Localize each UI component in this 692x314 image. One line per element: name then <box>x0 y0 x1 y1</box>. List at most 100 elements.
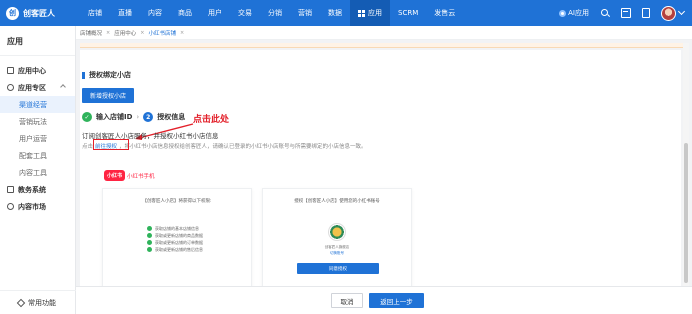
sidebar-title: 应用 <box>0 26 75 56</box>
scrollbar[interactable] <box>683 43 689 311</box>
zone-icon <box>7 84 14 91</box>
brand-logo-icon: 创 <box>6 6 19 20</box>
previous-step-button[interactable]: 返回上一步 <box>369 293 424 308</box>
permission-text: 获取店铺的基本店铺信息 <box>155 225 199 231</box>
shop-logo-icon <box>328 223 346 241</box>
sidebar-item-app-zone[interactable]: 应用专区 <box>0 79 75 96</box>
chevron-up-icon <box>60 84 66 90</box>
ai-icon <box>559 9 567 17</box>
list-item: 获取或更新店铺的商品数据 <box>147 232 203 239</box>
add-auth-shop-button[interactable]: 新增授权小店 <box>82 88 134 103</box>
step-2-label: 授权信息 <box>157 113 186 121</box>
main-area: 店铺概况 × 应用中心 × 小红书店铺 × 授权绑定小店 新增授权小店 ✓ 输入… <box>76 26 692 314</box>
account-auth-title: 授权【创客匠人小店】使用您的小红书账号 <box>294 199 380 204</box>
close-icon[interactable]: × <box>106 30 110 36</box>
close-icon[interactable]: × <box>140 30 144 36</box>
annotation-text: 点击此处 <box>193 115 230 125</box>
switch-account-link: 切换账号 <box>330 251 344 255</box>
permission-list: 获取店铺的基本店铺信息 获取或更新店铺的商品数据 获取或更新店铺的订单数据 获取… <box>147 225 203 253</box>
permission-text: 获取或更新店铺的订单数据 <box>155 239 203 245</box>
close-icon[interactable]: × <box>180 30 184 36</box>
diamond-icon <box>16 298 26 307</box>
permission-text: 获取或更新店铺的售后信息 <box>155 246 203 252</box>
step-2-number: 2 <box>143 112 154 122</box>
market-icon <box>7 203 14 210</box>
breadcrumb-item[interactable]: 应用中心 <box>114 29 136 37</box>
xhs-tag: 小红书 小红书手机 <box>104 170 155 181</box>
brand-name: 创客匠人 <box>23 8 55 18</box>
nav-launch-cloud[interactable]: 发售云 <box>426 0 463 26</box>
grid-icon <box>7 67 14 74</box>
nav-content[interactable]: 内容 <box>140 0 170 26</box>
brand[interactable]: 创 创客匠人 <box>0 6 78 20</box>
footer-bar: 取消 返回上一步 <box>76 286 692 314</box>
grid-icon <box>358 9 365 17</box>
permission-title: 【创客匠人小店】将获得以下权限: <box>142 199 212 204</box>
sidebar-item-label: 内容市场 <box>18 202 46 211</box>
shop-name: 创客匠人旗舰店 <box>324 245 350 249</box>
section-title-text: 授权绑定小店 <box>89 71 131 79</box>
book-icon <box>7 186 14 193</box>
top-nav: 店铺 直播 内容 商品 用户 交易 分销 营销 数据 应用 SCRM 发售云 <box>80 0 463 26</box>
sidebar-item-user-ops[interactable]: 用户运营 <box>0 130 75 147</box>
sidebar-item-label: 教务系统 <box>18 185 46 194</box>
document-icon[interactable] <box>642 8 650 18</box>
instruction-suffix: ，将小红书小店信息授权给创客匠人，请确认已登录的小红书小店账号与所需要绑定的小店… <box>119 144 367 150</box>
nav-data[interactable]: 数据 <box>320 0 350 26</box>
list-item: 获取或更新店铺的售后信息 <box>147 246 203 253</box>
nav-apps-label: 应用 <box>368 9 382 17</box>
list-item: 获取店铺的基本店铺信息 <box>147 225 203 232</box>
check-icon <box>147 233 152 238</box>
sidebar-item-content-tools[interactable]: 内容工具 <box>0 164 75 181</box>
section-bar <box>82 71 85 79</box>
sidebar-item-channel[interactable]: 渠道经营 <box>0 96 75 113</box>
nav-goods[interactable]: 商品 <box>170 0 200 26</box>
xhs-label: 小红书手机 <box>127 173 155 180</box>
breadcrumb-item-current[interactable]: 小红书店铺 <box>148 29 176 37</box>
check-icon <box>147 226 152 231</box>
highlight-box <box>93 139 129 150</box>
ai-apps-button[interactable]: AI应用 <box>559 8 589 18</box>
sidebar-item-support-tools[interactable]: 配套工具 <box>0 147 75 164</box>
sidebar: 应用 应用中心 应用专区 渠道经营 营销玩法 用户运营 配套工具 内容工具 教务… <box>0 26 76 314</box>
sidebar-item-edu-system[interactable]: 教务系统 <box>0 181 75 198</box>
nav-apps[interactable]: 应用 <box>350 0 390 26</box>
chevron-down-icon[interactable] <box>677 7 686 16</box>
check-icon <box>147 247 152 252</box>
instruction-prefix: 点击 <box>82 144 94 150</box>
sidebar-item-label: 应用中心 <box>18 66 46 75</box>
top-right-tools: AI应用 <box>559 0 686 26</box>
store-icon[interactable] <box>621 8 631 18</box>
ai-apps-label: AI应用 <box>568 9 589 17</box>
list-item: 获取或更新店铺的订单数据 <box>147 239 203 246</box>
sidebar-item-content-market[interactable]: 内容市场 <box>0 198 75 215</box>
breadcrumb: 店铺概况 × 应用中心 × 小红书店铺 × <box>76 26 692 40</box>
nav-marketing[interactable]: 营销 <box>290 0 320 26</box>
common-functions-label: 常用功能 <box>28 298 56 307</box>
sidebar-item-label: 应用专区 <box>18 83 46 92</box>
common-functions[interactable]: 常用功能 <box>0 290 76 314</box>
steps: ✓ 输入店铺ID › 2 授权信息 <box>82 112 185 122</box>
nav-live[interactable]: 直播 <box>110 0 140 26</box>
top-navbar: 创 创客匠人 店铺 直播 内容 商品 用户 交易 分销 营销 数据 应用 SCR… <box>0 0 692 26</box>
breadcrumb-item[interactable]: 店铺概况 <box>80 29 102 37</box>
nav-users[interactable]: 用户 <box>200 0 230 26</box>
nav-trade[interactable]: 交易 <box>230 0 260 26</box>
cancel-button[interactable]: 取消 <box>331 293 363 308</box>
scroll-thumb[interactable] <box>684 143 688 283</box>
permission-text: 获取或更新店铺的商品数据 <box>155 232 203 238</box>
nav-scrm[interactable]: SCRM <box>390 0 426 26</box>
search-icon[interactable] <box>600 8 610 18</box>
section-title: 授权绑定小店 <box>82 70 131 80</box>
nav-shop[interactable]: 店铺 <box>80 0 110 26</box>
avatar[interactable] <box>661 5 676 21</box>
check-icon: ✓ <box>82 112 92 122</box>
nav-distribution[interactable]: 分销 <box>260 0 290 26</box>
agree-authorize-button: 同意授权 <box>297 263 379 274</box>
step-1-label: 输入店铺ID <box>96 113 133 121</box>
sidebar-item-marketing-play[interactable]: 营销玩法 <box>0 113 75 130</box>
step-separator: › <box>136 113 140 121</box>
sidebar-item-app-center[interactable]: 应用中心 <box>0 62 75 79</box>
xhs-logo: 小红书 <box>104 170 126 181</box>
check-icon <box>147 240 152 245</box>
